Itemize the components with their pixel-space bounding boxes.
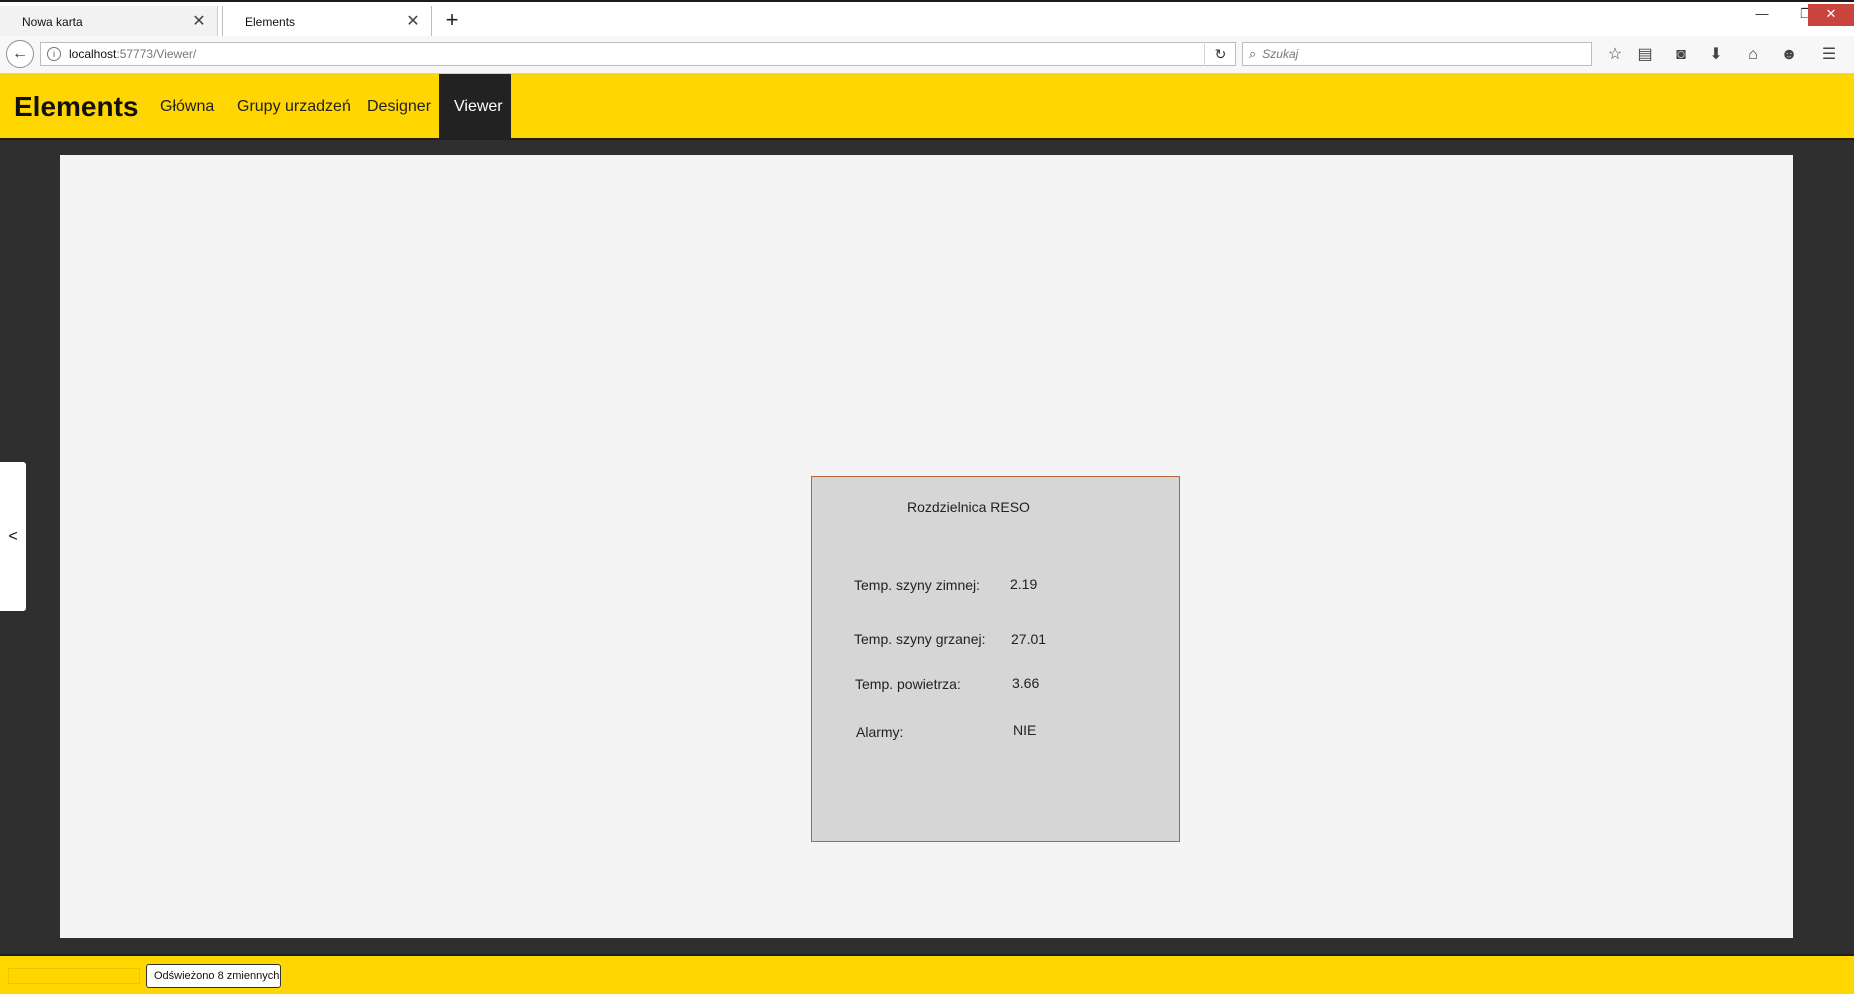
tab-label: Elements [245,15,296,29]
close-tab-icon[interactable]: ✕ [191,14,207,30]
reload-icon: ↻ [1214,46,1227,62]
bookmark-star-icon[interactable]: ☆ [1604,44,1626,66]
label-alarms: Alarmy: [856,724,904,740]
search-input[interactable]: ⌕ Szukaj [1242,42,1592,66]
url-path: :57773/Viewer/ [116,47,197,61]
nav-item-designer[interactable]: Designer [352,74,446,140]
value-temp-hot-rail: 27.01 [1011,631,1047,647]
browser-tab-new[interactable]: Nowa karta ✕ [0,6,218,38]
value-alarms: NIE [1013,722,1037,738]
label-temp-air: Temp. powietrza: [855,676,961,692]
footer-placeholder [8,968,140,984]
viewer-canvas: Rozdzielnica RESO Temp. szyny zimnej: 2.… [60,155,1793,938]
sidebar-toggle-button[interactable]: < [0,462,26,611]
download-icon[interactable]: ⬇ [1705,44,1727,66]
brand-logo[interactable]: Elements [14,91,139,123]
home-icon[interactable]: ⌂ [1742,44,1764,66]
chat-icon[interactable]: ☻ [1778,44,1800,66]
back-button[interactable]: ← [6,40,34,68]
reload-button[interactable]: ↻ [1204,42,1236,66]
browser-navbar: ← i localhost :57773/Viewer/ ↻ ⌕ Szukaj … [0,36,1854,74]
address-bar[interactable]: i localhost :57773/Viewer/ [40,42,1236,66]
info-icon[interactable]: i [47,47,61,61]
app-footer: Odświeżono 8 zmiennych [0,954,1854,994]
value-temp-air: 3.66 [1012,675,1040,691]
minimize-button[interactable]: — [1740,4,1784,26]
value-temp-cold-rail: 2.19 [1010,576,1038,592]
nav-item-glowna[interactable]: Główna [145,74,229,140]
refresh-status-badge: Odświeżono 8 zmiennych [146,964,281,988]
panel-title: Rozdzielnica RESO [907,499,1030,515]
nav-item-grupy-urzadzen[interactable]: Grupy urzadzeń [222,74,366,140]
tab-label: Nowa karta [22,15,83,29]
search-placeholder: Szukaj [1262,47,1299,61]
device-panel: Rozdzielnica RESO Temp. szyny zimnej: 2.… [811,476,1180,842]
app-header: Elements Główna Grupy urzadzeń Designer … [0,74,1854,140]
library-icon[interactable]: ▤ [1634,44,1656,66]
nav-item-viewer[interactable]: Viewer [439,74,511,140]
browser-titlebar: Nowa karta ✕ Elements ✕ + — ❐ ✕ [0,0,1854,38]
new-tab-button[interactable]: + [440,8,464,32]
pocket-icon[interactable]: ◙ [1670,44,1692,66]
close-window-button[interactable]: ✕ [1808,4,1854,26]
label-temp-cold-rail: Temp. szyny zimnej: [854,577,981,593]
url-host: localhost [69,47,117,61]
label-temp-hot-rail: Temp. szyny grzanej: [854,631,986,647]
arrow-left-icon: ← [12,45,28,62]
close-tab-icon[interactable]: ✕ [405,14,421,30]
menu-icon[interactable]: ☰ [1818,44,1840,66]
search-icon: ⌕ [1249,46,1257,61]
browser-tab-elements[interactable]: Elements ✕ [222,6,432,38]
